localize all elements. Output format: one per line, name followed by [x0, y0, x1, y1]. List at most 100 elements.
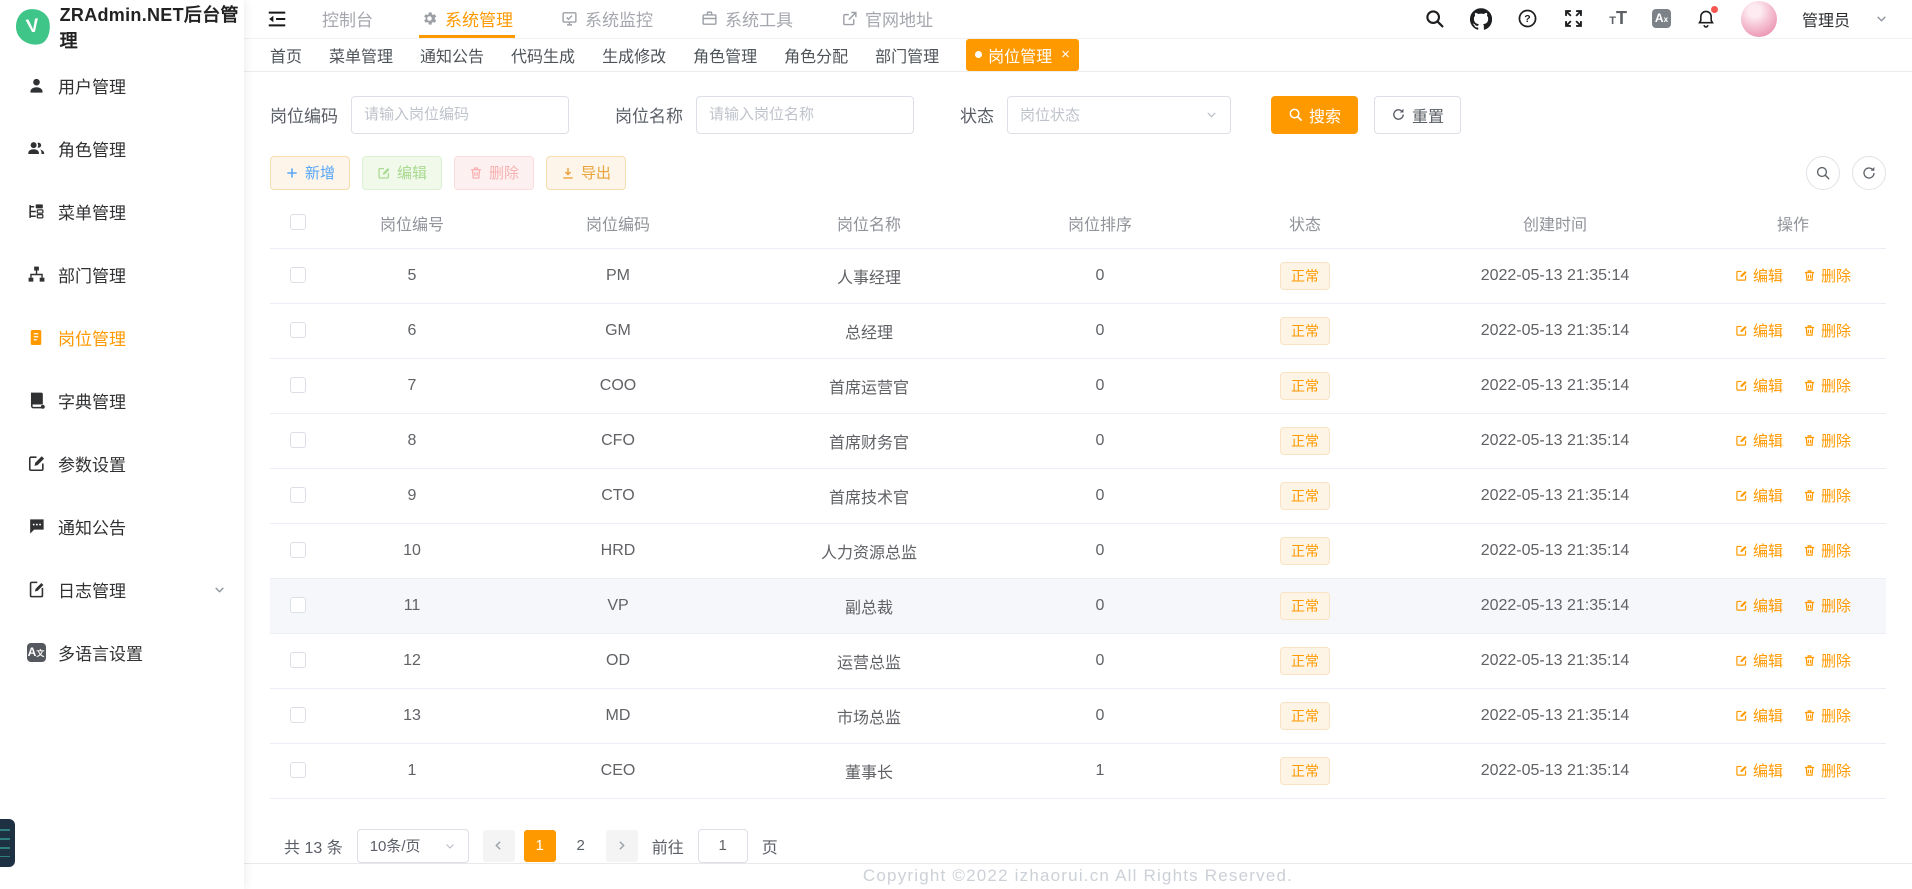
edit-button[interactable]: 编辑 — [362, 155, 443, 190]
tab-item-6[interactable]: 角色分配 — [784, 43, 848, 67]
pager-page-2[interactable]: 2 — [565, 830, 597, 862]
collapse-sidebar-icon[interactable] — [266, 8, 288, 30]
row-checkbox[interactable] — [290, 542, 306, 559]
row-delete-link[interactable]: 删除 — [1803, 430, 1851, 451]
row-checkbox[interactable] — [290, 267, 306, 284]
row-delete-label: 删除 — [1821, 542, 1852, 560]
pager: 12 — [482, 829, 638, 862]
tab-item-4[interactable]: 生成修改 — [602, 43, 666, 67]
row-edit-link[interactable]: 编辑 — [1735, 540, 1783, 561]
reset-button[interactable]: 重置 — [1374, 95, 1462, 134]
tab-close-icon[interactable]: × — [1061, 47, 1070, 62]
row-edit-link[interactable]: 编辑 — [1735, 650, 1783, 671]
status-select-placeholder: 岗位状态 — [1020, 107, 1081, 125]
language-icon[interactable]: Ax — [1651, 9, 1671, 29]
row-edit-link[interactable]: 编辑 — [1735, 430, 1783, 451]
row-edit-label: 编辑 — [1752, 267, 1783, 285]
row-edit-link[interactable]: 编辑 — [1735, 705, 1783, 726]
avatar[interactable] — [1740, 0, 1777, 37]
bell-icon[interactable] — [1696, 5, 1719, 29]
row-delete-link[interactable]: 删除 — [1803, 485, 1851, 506]
row-checkbox[interactable] — [290, 762, 306, 779]
user-name[interactable]: 管理员 — [1802, 7, 1850, 31]
tab-item-7[interactable]: 部门管理 — [875, 43, 939, 67]
post-code-input[interactable] — [351, 95, 569, 134]
cell-post-id: 10 — [326, 523, 498, 579]
nav-item-system-tools[interactable]: 系统工具 — [701, 0, 793, 38]
nav-item-website[interactable]: 官网地址 — [841, 0, 933, 38]
cell-actions: 编辑 删除 — [1700, 413, 1886, 469]
row-checkbox[interactable] — [290, 597, 306, 614]
tab-item-3[interactable]: 代码生成 — [511, 43, 575, 67]
row-delete-link[interactable]: 删除 — [1803, 320, 1851, 341]
table-search-toggle-icon[interactable] — [1806, 155, 1840, 190]
chevron-down-icon[interactable] — [1875, 12, 1888, 25]
help-icon[interactable]: ? — [1517, 8, 1538, 29]
row-delete-link[interactable]: 删除 — [1803, 760, 1851, 781]
cell-created: 2022-05-13 21:35:14 — [1410, 303, 1700, 359]
sidebar-item-departments[interactable]: 部门管理 — [0, 243, 244, 306]
sidebar-item-logs[interactable]: 日志管理 — [0, 558, 244, 621]
row-checkbox[interactable] — [290, 652, 306, 669]
cell-post-sort: 1 — [1000, 743, 1200, 799]
row-delete-link[interactable]: 删除 — [1803, 265, 1851, 286]
row-edit-link[interactable]: 编辑 — [1735, 375, 1783, 396]
cell-post-id: 6 — [326, 303, 498, 359]
pager-next-icon[interactable] — [605, 829, 638, 862]
nav-item-system-admin[interactable]: 系统管理 — [419, 0, 515, 38]
font-size-icon[interactable]: TT — [1609, 8, 1627, 29]
cell-post-sort: 0 — [1000, 303, 1200, 359]
tab-item-1[interactable]: 菜单管理 — [329, 43, 393, 67]
pager-page-1[interactable]: 1 — [523, 829, 556, 862]
row-checkbox[interactable] — [290, 377, 306, 394]
nav-item-system-monitor[interactable]: 系统监控 — [561, 0, 653, 38]
select-all-checkbox[interactable] — [290, 214, 306, 231]
row-edit-link[interactable]: 编辑 — [1735, 760, 1783, 781]
nav-item-console[interactable]: 控制台 — [322, 0, 373, 38]
table-refresh-icon[interactable] — [1852, 155, 1886, 190]
row-delete-link[interactable]: 删除 — [1803, 595, 1851, 616]
row-delete-link[interactable]: 删除 — [1803, 650, 1851, 671]
settings-drawer-handle[interactable] — [0, 819, 15, 867]
tab-item-2[interactable]: 通知公告 — [420, 43, 484, 67]
tab-item-5[interactable]: 角色管理 — [693, 43, 757, 67]
pager-prev-icon[interactable] — [482, 829, 515, 862]
row-delete-label: 删除 — [1821, 707, 1852, 725]
sidebar-item-parameters[interactable]: 参数设置 — [0, 432, 244, 495]
sidebar-item-roles[interactable]: 角色管理 — [0, 117, 244, 180]
row-edit-link[interactable]: 编辑 — [1735, 320, 1783, 341]
row-checkbox[interactable] — [290, 432, 306, 449]
row-edit-link[interactable]: 编辑 — [1735, 485, 1783, 506]
logo-row[interactable]: V ZRAdmin.NET后台管理 — [0, 0, 244, 54]
row-edit-link[interactable]: 编辑 — [1735, 265, 1783, 286]
row-edit-link[interactable]: 编辑 — [1735, 595, 1783, 616]
tab-item-8[interactable]: 岗位管理 × — [966, 38, 1079, 71]
search-button[interactable]: 搜索 — [1271, 95, 1359, 134]
export-button[interactable]: 导出 — [546, 155, 627, 190]
sidebar-item-notices[interactable]: 通知公告 — [0, 495, 244, 558]
status-select[interactable]: 岗位状态 — [1007, 95, 1231, 134]
row-checkbox[interactable] — [290, 322, 306, 339]
sidebar-item-i18n[interactable]: A文 多语言设置 — [0, 621, 244, 684]
cell-actions: 编辑 删除 — [1700, 743, 1886, 799]
add-button[interactable]: 新增 — [270, 155, 351, 190]
cell-status: 正常 — [1200, 578, 1410, 634]
fullscreen-icon[interactable] — [1563, 8, 1584, 29]
tab-item-0[interactable]: 首页 — [270, 43, 302, 67]
row-checkbox[interactable] — [290, 487, 306, 504]
sidebar-item-posts[interactable]: 岗位管理 — [0, 306, 244, 369]
page-size-select[interactable]: 10条/页 — [356, 828, 469, 863]
delete-button[interactable]: 删除 — [454, 155, 535, 190]
goto-page-input[interactable] — [697, 828, 748, 863]
search-icon[interactable] — [1424, 8, 1445, 29]
row-delete-link[interactable]: 删除 — [1803, 375, 1851, 396]
cell-checkbox — [270, 303, 326, 359]
row-checkbox[interactable] — [290, 707, 306, 724]
github-icon[interactable] — [1470, 8, 1493, 30]
row-delete-link[interactable]: 删除 — [1803, 540, 1851, 561]
row-delete-link[interactable]: 删除 — [1803, 705, 1851, 726]
post-name-input[interactable] — [696, 95, 914, 134]
sidebar-item-menus[interactable]: 菜单管理 — [0, 180, 244, 243]
sidebar-item-dictionary[interactable]: 字典管理 — [0, 369, 244, 432]
sidebar-item-users[interactable]: 用户管理 — [0, 54, 244, 117]
